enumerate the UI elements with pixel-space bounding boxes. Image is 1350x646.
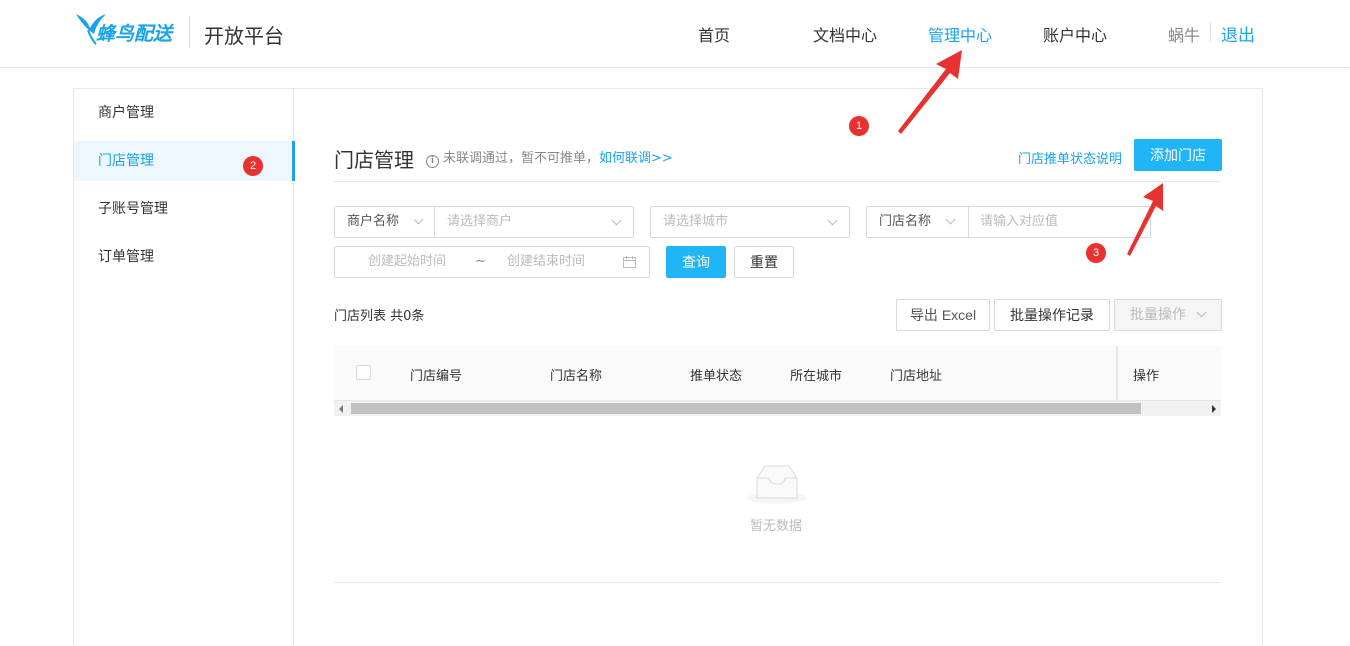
empty-text: 暂无数据 bbox=[750, 519, 803, 534]
export-excel-button[interactable]: 导出 Excel bbox=[896, 299, 990, 331]
nav-docs[interactable]: 文档中心 bbox=[813, 22, 877, 46]
fixed-op-column: 操作 bbox=[1118, 346, 1221, 400]
range-separator: ~ bbox=[475, 254, 486, 269]
annotation-badge-3: 3 bbox=[1086, 243, 1106, 263]
annotation-badge-2: 2 bbox=[243, 156, 263, 176]
store-field-selector[interactable]: 门店名称 bbox=[867, 207, 969, 237]
empty-inbox-icon bbox=[747, 465, 807, 504]
scroll-left-icon[interactable] bbox=[339, 405, 343, 413]
date-range-picker[interactable]: 创建起始时间 ~ 创建结束时间 bbox=[334, 246, 650, 278]
merchant-filter[interactable]: 商户名称 请选择商户 bbox=[334, 206, 634, 238]
chevron-down-icon bbox=[945, 214, 956, 225]
select-all-checkbox[interactable] bbox=[356, 365, 371, 380]
fengniao-logo-icon[interactable]: 蜂鸟配送 bbox=[74, 10, 174, 46]
chevron-down-icon bbox=[413, 214, 424, 225]
logout-link[interactable]: 退出 bbox=[1221, 21, 1255, 46]
list-title: 门店列表 共0条 bbox=[334, 309, 425, 324]
sidebar-item-subaccount[interactable]: 子账号管理 bbox=[74, 189, 294, 229]
merchant-select[interactable]: 请选择商户 bbox=[447, 207, 512, 237]
info-icon: i bbox=[426, 155, 439, 168]
column-city: 所在城市 bbox=[790, 369, 843, 384]
username: 蜗牛 bbox=[1168, 26, 1201, 45]
store-value-input[interactable]: 请输入对应值 bbox=[980, 207, 1058, 237]
how-to-integrate-link[interactable]: 如何联调>> bbox=[599, 151, 673, 166]
sidebar-item-orders[interactable]: 订单管理 bbox=[74, 237, 294, 277]
title-divider bbox=[334, 181, 1221, 182]
sidebar: 商户管理 门店管理 子账号管理 订单管理 bbox=[74, 89, 295, 646]
column-address: 门店地址 bbox=[890, 369, 943, 384]
query-button[interactable]: 查询 bbox=[666, 246, 726, 278]
end-date-input[interactable]: 创建结束时间 bbox=[507, 247, 585, 277]
column-push-status: 推单状态 bbox=[690, 369, 743, 384]
column-store-id: 门店编号 bbox=[410, 369, 463, 384]
nav-home[interactable]: 首页 bbox=[698, 22, 730, 46]
table-bottom-divider bbox=[334, 582, 1221, 583]
city-placeholder: 请选择城市 bbox=[663, 214, 729, 229]
merchant-label[interactable]: 商户名称 bbox=[335, 207, 435, 237]
horizontal-scrollbar[interactable] bbox=[334, 400, 1221, 416]
hint-text: 未联调通过，暂不可推单， bbox=[443, 151, 600, 166]
calendar-icon bbox=[623, 256, 636, 268]
user-divider bbox=[1210, 22, 1211, 42]
batch-record-button[interactable]: 批量操作记录 bbox=[994, 299, 1110, 331]
page-title: 门店管理 bbox=[334, 148, 414, 172]
batch-operation-dropdown[interactable]: 批量操作 bbox=[1114, 299, 1222, 331]
chevron-down-icon bbox=[611, 215, 622, 226]
column-operation: 操作 bbox=[1133, 369, 1160, 384]
annotation-badge-1: 1 bbox=[849, 116, 869, 136]
top-header: 蜂鸟配送 开放平台 首页 文档中心 管理中心 账户中心 蜗牛 退出 bbox=[0, 0, 1350, 68]
svg-text:蜂鸟配送: 蜂鸟配送 bbox=[96, 23, 174, 45]
sidebar-item-merchant[interactable]: 商户管理 bbox=[74, 93, 294, 133]
push-status-help-link[interactable]: 门店推单状态说明 bbox=[1018, 148, 1122, 167]
city-select[interactable]: 请选择城市 bbox=[650, 206, 850, 238]
table-header: 门店编号 门店名称 推单状态 所在城市 门店地址 bbox=[334, 346, 1221, 400]
chevron-down-icon bbox=[1196, 307, 1207, 318]
start-date-input[interactable]: 创建起始时间 bbox=[368, 247, 446, 277]
add-store-button[interactable]: 添加门店 bbox=[1134, 139, 1222, 171]
logo-divider bbox=[189, 16, 190, 48]
scroll-thumb[interactable] bbox=[351, 403, 1141, 414]
nav-management[interactable]: 管理中心 bbox=[928, 22, 992, 46]
store-filter[interactable]: 门店名称 请输入对应值 bbox=[866, 206, 1151, 238]
nav-account[interactable]: 账户中心 bbox=[1043, 22, 1107, 46]
column-store-name: 门店名称 bbox=[550, 369, 603, 384]
chevron-down-icon bbox=[827, 215, 838, 226]
scroll-right-icon[interactable] bbox=[1212, 405, 1216, 413]
platform-title: 开放平台 bbox=[204, 24, 284, 48]
reset-button[interactable]: 重置 bbox=[734, 246, 794, 278]
integration-hint: i 未联调通过，暂不可推单，如何联调>> bbox=[426, 147, 673, 168]
